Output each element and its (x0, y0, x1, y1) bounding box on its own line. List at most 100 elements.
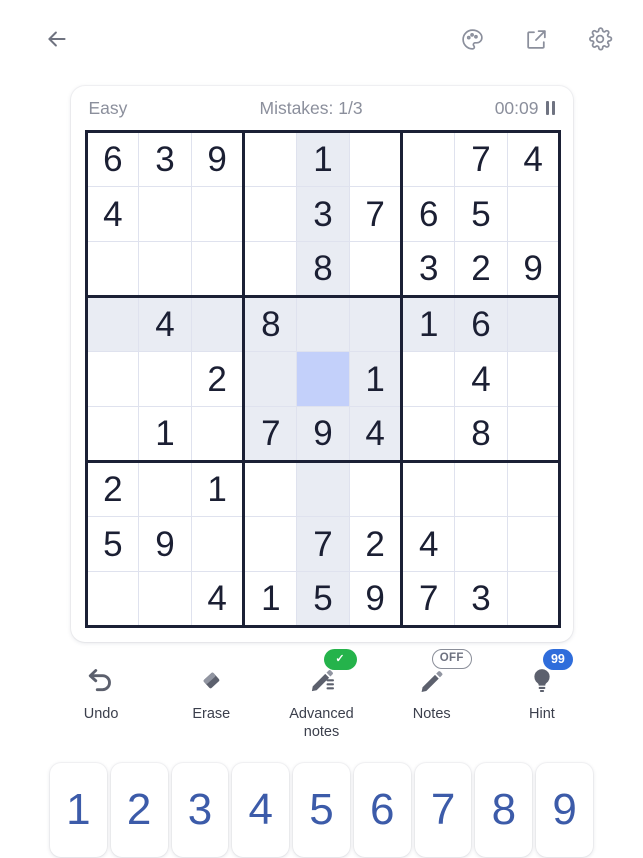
sudoku-cell[interactable] (243, 131, 298, 187)
sudoku-cell[interactable] (348, 241, 404, 298)
sudoku-cell-selected[interactable] (296, 351, 350, 407)
sudoku-cell[interactable]: 4 (348, 406, 404, 463)
numpad-key-7[interactable]: 7 (414, 763, 472, 858)
back-arrow-icon[interactable] (40, 22, 74, 56)
sudoku-cell[interactable]: 3 (138, 131, 192, 187)
sudoku-cell[interactable] (85, 351, 140, 407)
sudoku-cell[interactable] (401, 461, 456, 517)
sudoku-cell[interactable]: 2 (348, 516, 404, 572)
sudoku-cell[interactable]: 1 (296, 131, 350, 187)
external-link-icon[interactable] (519, 22, 553, 56)
sudoku-cell[interactable]: 1 (401, 296, 456, 352)
numpad-key-5[interactable]: 5 (293, 763, 350, 858)
sudoku-cell[interactable]: 7 (454, 131, 508, 187)
sudoku-cell[interactable]: 9 (348, 571, 404, 627)
sudoku-grid[interactable]: 6391744376583294816214179482159724415973 (84, 130, 562, 628)
sudoku-cell[interactable] (138, 571, 192, 627)
notes-button[interactable]: OFF Notes (377, 649, 487, 723)
sudoku-cell[interactable]: 7 (296, 516, 350, 572)
sudoku-cell[interactable] (454, 461, 508, 517)
erase-button[interactable]: Erase (156, 660, 266, 723)
sudoku-cell[interactable]: 4 (190, 571, 246, 627)
numpad-key-3[interactable]: 3 (171, 763, 229, 858)
sudoku-cell[interactable]: 9 (506, 241, 561, 298)
sudoku-cell[interactable]: 5 (296, 571, 350, 627)
sudoku-cell[interactable]: 4 (138, 296, 192, 352)
sudoku-cell[interactable] (190, 241, 246, 298)
sudoku-cell[interactable] (190, 296, 246, 352)
sudoku-cell[interactable]: 3 (401, 241, 456, 298)
sudoku-cell[interactable] (296, 296, 350, 352)
sudoku-cell[interactable]: 2 (190, 351, 246, 407)
sudoku-cell[interactable]: 2 (454, 241, 508, 298)
sudoku-cell[interactable] (401, 351, 456, 407)
sudoku-cell[interactable] (506, 186, 561, 242)
numpad-key-2[interactable]: 2 (110, 763, 168, 858)
sudoku-cell[interactable]: 4 (506, 131, 561, 187)
sudoku-cell[interactable] (506, 406, 561, 463)
sudoku-cell[interactable]: 7 (348, 186, 404, 242)
sudoku-cell[interactable] (138, 241, 192, 298)
sudoku-cell[interactable]: 6 (401, 186, 456, 242)
sudoku-cell[interactable] (243, 461, 298, 517)
numpad-key-6[interactable]: 6 (353, 763, 411, 858)
sudoku-cell[interactable]: 6 (85, 131, 140, 187)
numpad-key-1[interactable]: 1 (49, 763, 107, 858)
sudoku-cell[interactable] (506, 351, 561, 407)
sudoku-cell[interactable]: 3 (296, 186, 350, 242)
sudoku-cell[interactable] (506, 571, 561, 627)
sudoku-cell[interactable]: 1 (190, 461, 246, 517)
sudoku-cell[interactable]: 3 (454, 571, 508, 627)
sudoku-cell[interactable] (190, 406, 246, 463)
sudoku-cell[interactable]: 8 (454, 406, 508, 463)
sudoku-cell[interactable]: 9 (138, 516, 192, 572)
sudoku-cell[interactable]: 9 (296, 406, 350, 463)
sudoku-cell[interactable] (506, 516, 561, 572)
sudoku-cell[interactable]: 2 (85, 461, 140, 517)
undo-button[interactable]: Undo (46, 660, 156, 723)
sudoku-cell[interactable] (138, 186, 192, 242)
pause-icon[interactable] (545, 101, 555, 115)
numpad-key-4[interactable]: 4 (232, 763, 290, 858)
sudoku-cell[interactable]: 7 (401, 571, 456, 627)
sudoku-cell[interactable]: 9 (190, 131, 246, 187)
numpad-key-8[interactable]: 8 (475, 763, 533, 858)
sudoku-cell[interactable] (85, 406, 140, 463)
sudoku-cell[interactable] (454, 516, 508, 572)
sudoku-cell[interactable] (138, 351, 192, 407)
sudoku-cell[interactable] (138, 461, 192, 517)
sudoku-cell[interactable]: 6 (454, 296, 508, 352)
sudoku-cell[interactable] (85, 296, 140, 352)
sudoku-cell[interactable] (190, 186, 246, 242)
sudoku-cell[interactable]: 1 (243, 571, 298, 627)
sudoku-cell[interactable] (296, 461, 350, 517)
sudoku-cell[interactable] (348, 131, 404, 187)
sudoku-cell[interactable] (348, 461, 404, 517)
sudoku-cell[interactable]: 1 (138, 406, 192, 463)
sudoku-cell[interactable]: 7 (243, 406, 298, 463)
sudoku-cell[interactable] (401, 406, 456, 463)
gear-icon[interactable] (583, 22, 617, 56)
numpad-key-9[interactable]: 9 (536, 763, 594, 858)
sudoku-cell[interactable]: 8 (296, 241, 350, 298)
sudoku-cell[interactable] (243, 186, 298, 242)
sudoku-cell[interactable] (506, 296, 561, 352)
sudoku-cell[interactable]: 5 (454, 186, 508, 242)
palette-icon[interactable] (455, 22, 489, 56)
hint-button[interactable]: 99 Hint (487, 649, 597, 723)
sudoku-cell[interactable] (348, 296, 404, 352)
sudoku-cell[interactable] (190, 516, 246, 572)
sudoku-cell[interactable] (401, 131, 456, 187)
sudoku-cell[interactable] (243, 516, 298, 572)
advanced-notes-button[interactable]: ✓ Advanced notes (266, 649, 376, 741)
sudoku-cell[interactable] (243, 351, 298, 407)
sudoku-cell[interactable]: 8 (243, 296, 298, 352)
sudoku-cell[interactable]: 5 (85, 516, 140, 572)
sudoku-cell[interactable] (85, 571, 140, 627)
sudoku-cell[interactable] (506, 461, 561, 517)
sudoku-cell[interactable]: 4 (454, 351, 508, 407)
sudoku-cell[interactable] (243, 241, 298, 298)
sudoku-cell[interactable] (85, 241, 140, 298)
sudoku-cell[interactable]: 1 (348, 351, 404, 407)
sudoku-cell[interactable]: 4 (85, 186, 140, 242)
